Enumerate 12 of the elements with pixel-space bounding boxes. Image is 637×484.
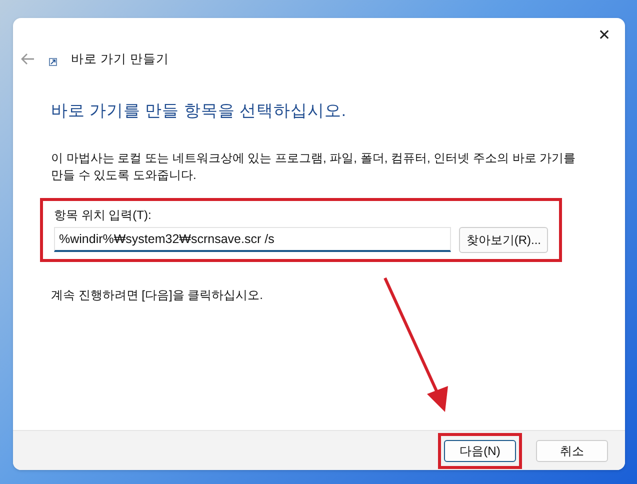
shortcut-icon [49,58,57,66]
dialog-button[interactable]: 다음(N) [444,440,516,462]
wizard-heading: 바로 가기를 만들 항목을 선택하십시오. [51,100,347,122]
location-input-field[interactable]: %windir%₩system32₩scrnsave.scr /s [54,227,452,252]
dialog-button[interactable]: 취소 [536,440,608,462]
back-arrow-icon[interactable] [21,53,35,66]
field-label: 항목 위치 입력(T): [54,206,152,224]
instruction-text: 계속 진행하려면 [다음]을 클릭하십시오. [51,286,264,304]
browse-button[interactable]: 찾아보기(R)... [459,226,548,252]
wizard-description: 이 마법사는 로컬 또는 네트워크상에 있는 프로그램, 파일, 폴더, 컴퓨터, 인터넷 주소의 바로 가기를 만들 수 있도록 도와줍니다. [51,150,577,184]
window-title: 바로 가기 만들기 [71,51,169,68]
close-button[interactable]: ✕ [594,24,615,46]
